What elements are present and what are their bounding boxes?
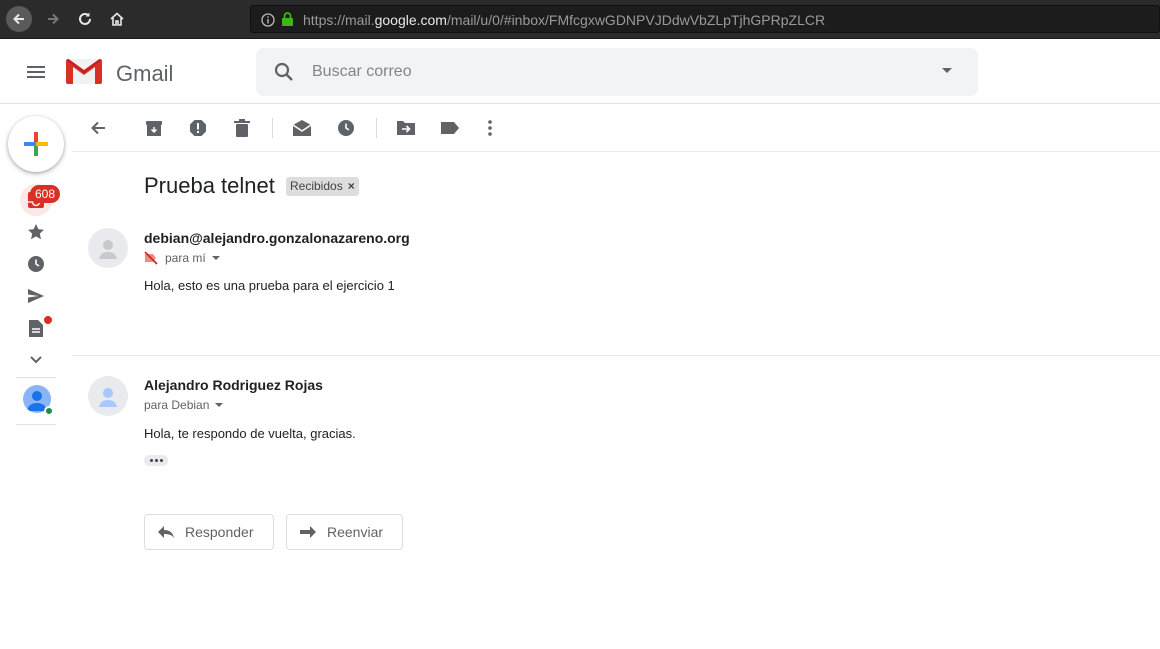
search-icon[interactable] <box>274 62 294 82</box>
message-body: Hola, te respondo de vuelta, gracias. <box>144 426 356 441</box>
reply-label: Responder <box>185 524 254 540</box>
toolbar-divider <box>376 118 377 138</box>
label-chip-text: Recibidos <box>290 179 343 193</box>
recipients-text: para mí <box>165 251 206 265</box>
person-icon <box>99 388 117 407</box>
folder-move-icon <box>397 121 415 135</box>
remove-label-icon[interactable]: × <box>348 179 355 193</box>
browser-home-button[interactable] <box>104 6 130 32</box>
clock-icon <box>28 256 44 272</box>
search-options-caret-icon[interactable] <box>942 68 952 73</box>
plus-icon <box>24 132 48 156</box>
caret-down-icon <box>211 256 220 260</box>
arrow-left-icon <box>13 13 24 25</box>
url-host: google.com <box>374 12 447 28</box>
send-icon <box>28 289 44 303</box>
gmail-logo-icon[interactable] <box>64 56 104 86</box>
dot <box>159 459 163 462</box>
reload-icon <box>79 12 91 25</box>
label-chip-inbox[interactable]: Recibidos × <box>286 177 359 196</box>
message-divider <box>72 355 1160 356</box>
archive-button[interactable] <box>142 116 166 140</box>
dot <box>149 459 153 462</box>
show-trimmed-content-button[interactable] <box>144 455 168 466</box>
nav-sent[interactable] <box>24 284 48 308</box>
rail-divider <box>16 424 56 425</box>
delete-button[interactable] <box>230 116 254 140</box>
more-vertical-icon <box>488 120 492 136</box>
message-sender: Alejandro Rodriguez Rojas <box>144 377 323 393</box>
url-path: /mail/u/0/#inbox/FMfcgxwGDNPVJDdwVbZLpTj… <box>446 12 826 28</box>
lock-icon <box>282 12 293 26</box>
report-spam-button[interactable] <box>186 116 210 140</box>
compose-button[interactable] <box>8 116 64 172</box>
url-bar[interactable]: https://mail.google.com/mail/u/0/#inbox/… <box>250 5 1160 33</box>
recipients-text: para Debian <box>144 398 210 412</box>
url-prefix: https://mail. <box>303 12 375 28</box>
nav-more[interactable] <box>24 348 48 372</box>
gmail-header: Gmail <box>0 40 1160 104</box>
caret-down-icon <box>215 403 224 407</box>
main-menu-button[interactable] <box>20 60 52 84</box>
person-icon <box>99 240 117 259</box>
home-icon <box>110 12 124 26</box>
draft-icon <box>29 319 43 337</box>
search-input[interactable] <box>312 48 912 96</box>
toolbar-divider <box>272 118 273 138</box>
browser-forward-button[interactable] <box>40 6 66 32</box>
nav-starred[interactable] <box>24 220 48 244</box>
hamburger-icon <box>27 66 45 78</box>
forward-button[interactable]: Reenviar <box>286 514 403 550</box>
online-status-dot <box>44 406 54 416</box>
info-icon[interactable] <box>261 13 275 27</box>
archive-icon <box>146 121 162 136</box>
chevron-down-icon <box>30 356 42 364</box>
recipients-toggle[interactable]: para mí <box>144 251 220 265</box>
clock-icon <box>338 120 354 136</box>
move-to-button[interactable] <box>394 116 418 140</box>
browser-reload-button[interactable] <box>72 6 98 32</box>
rail-divider <box>16 377 56 378</box>
sender-avatar <box>88 376 128 416</box>
mark-unread-button[interactable] <box>290 116 314 140</box>
label-icon <box>441 122 459 134</box>
thread-subject: Prueba telnet <box>144 173 275 198</box>
reply-button[interactable]: Responder <box>144 514 274 550</box>
message-sender: debian@alejandro.gonzalonazareno.org <box>144 230 410 246</box>
star-icon <box>28 224 44 240</box>
mail-open-icon <box>292 120 312 136</box>
forward-icon <box>300 526 316 538</box>
trash-icon <box>234 119 250 137</box>
dot <box>154 459 158 462</box>
browser-back-button[interactable] <box>6 6 32 32</box>
arrow-left-icon <box>91 121 105 135</box>
inbox-unread-badge: 608 <box>30 185 60 203</box>
url-text: https://mail.google.com/mail/u/0/#inbox/… <box>303 12 825 28</box>
message-body: Hola, esto es una prueba para el ejercic… <box>144 278 395 293</box>
forward-label: Reenviar <box>327 524 384 540</box>
sender-avatar <box>88 228 128 268</box>
alert-octagon-icon <box>190 120 206 136</box>
back-to-inbox-button[interactable] <box>86 116 110 140</box>
more-options-button[interactable] <box>478 116 502 140</box>
thread-toolbar <box>72 104 1160 152</box>
search-box <box>256 48 978 96</box>
labels-button[interactable] <box>438 116 462 140</box>
drafts-indicator-dot <box>44 316 52 324</box>
app-name: Gmail <box>116 61 174 86</box>
nav-snoozed[interactable] <box>24 252 48 276</box>
recipients-toggle[interactable]: para Debian <box>144 398 224 412</box>
reply-icon <box>158 526 174 538</box>
browser-toolbar: https://mail.google.com/mail/u/0/#inbox/… <box>0 0 1160 39</box>
arrow-right-icon <box>48 13 59 25</box>
not-important-icon <box>144 251 158 265</box>
snooze-button[interactable] <box>334 116 358 140</box>
